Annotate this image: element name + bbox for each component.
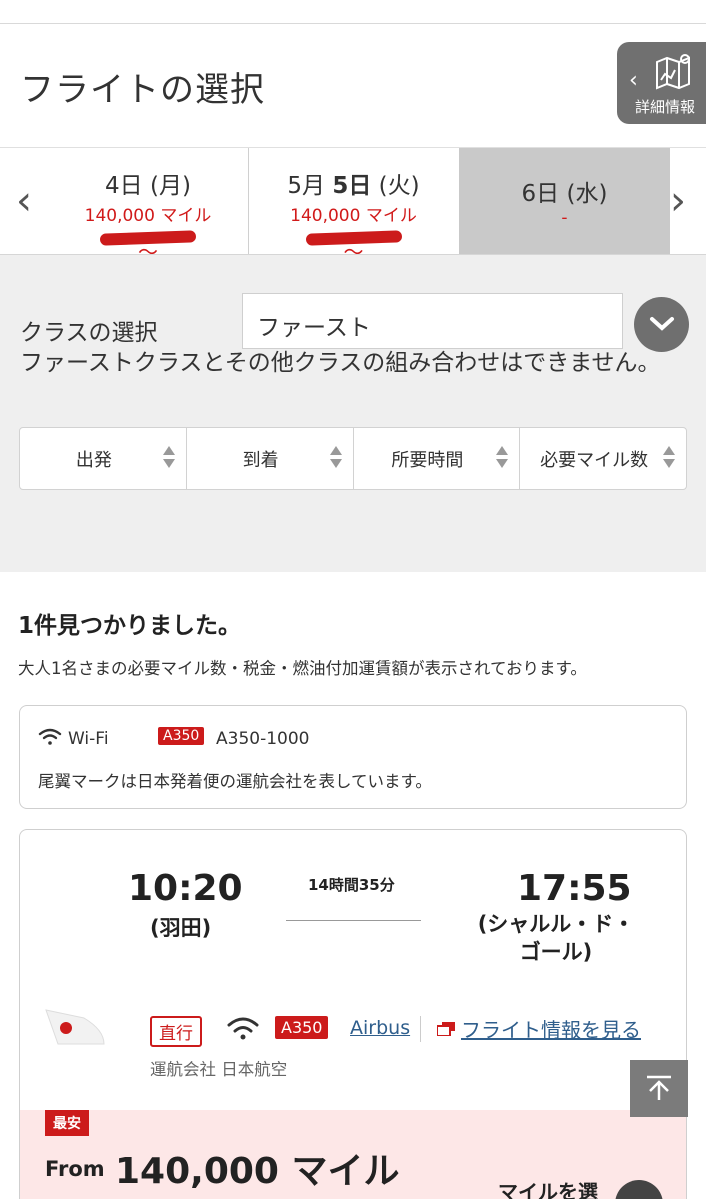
sort-arrows-icon	[162, 446, 176, 472]
flight-selection-page: フライトの選択 ‹ 詳細情報 ‹ 4日 (月) 140,000 マイル 〜 5月…	[0, 0, 706, 1199]
date-selector: ‹ 4日 (月) 140,000 マイル 〜 5月 5日 (火) 140,000…	[0, 148, 706, 262]
flight-card: 10:20 (羽田) 14時間35分 17:55 (シャルル・ド・ゴール) 直行…	[19, 829, 687, 1199]
select-miles-label[interactable]: マイルを選	[498, 1176, 598, 1199]
departure-time: 10:20	[128, 868, 243, 909]
select-button[interactable]	[615, 1180, 663, 1199]
jal-tail-logo-icon	[45, 1009, 105, 1045]
class-label: クラスの選択	[20, 320, 158, 346]
date-tab-day: 4日 (月)	[105, 173, 191, 199]
wifi-label: Wi-Fi	[68, 729, 109, 749]
wifi-icon	[38, 728, 62, 745]
departure-airport: (羽田)	[150, 916, 212, 940]
date-tab-miles: 140,000 マイル	[290, 206, 417, 226]
nonstop-badge: 直行	[150, 1016, 202, 1047]
sort-arrows-icon	[329, 446, 343, 472]
sort-bar: 出発 到着 所要時間 必要マイル数	[19, 427, 687, 490]
sort-departure[interactable]: 出発	[19, 427, 187, 490]
from-label: From	[45, 1157, 105, 1181]
link-divider	[420, 1016, 421, 1042]
sort-arrival[interactable]: 到着	[185, 427, 354, 490]
date-tab-5[interactable]: 5月 5日 (火) 140,000 マイル 〜	[248, 148, 458, 262]
aircraft-badge: A350	[275, 1016, 329, 1039]
duration-line	[286, 920, 421, 921]
chevron-down-icon	[650, 317, 674, 331]
aircraft-model: A350-1000	[216, 729, 310, 749]
price-miles: 140,000 マイル	[115, 1151, 400, 1192]
wifi-icon	[227, 1017, 259, 1040]
detail-info-button[interactable]: ‹ 詳細情報	[617, 42, 706, 124]
arrival-airport: (シャルル・ド・ゴール)	[477, 912, 635, 964]
next-date-arrow-icon[interactable]: ›	[670, 178, 686, 224]
flight-duration: 14時間35分	[308, 876, 395, 894]
back-to-top-button[interactable]	[630, 1060, 688, 1117]
operator-text: 運航会社 日本航空	[150, 1060, 288, 1079]
arrival-time: 17:55	[517, 868, 632, 909]
manufacturer-link[interactable]: Airbus	[350, 1017, 410, 1039]
date-tab-6-selected[interactable]: 6日 (水) -	[459, 148, 670, 254]
filter-panel: クラスの選択 ファースト ファーストクラスとその他クラスの組み合わせはできません…	[0, 254, 706, 572]
detail-info-label: 詳細情報	[635, 98, 696, 116]
date-tab-day: 5月 5日 (火)	[287, 173, 420, 199]
top-divider	[0, 23, 706, 24]
result-description: 大人1名さまの必要マイル数・税金・燃油付加運賃額が表示されております。	[18, 659, 587, 678]
page-title: フライトの選択	[20, 70, 265, 110]
map-icon	[656, 54, 690, 90]
result-count: 1件見つかりました。	[18, 613, 242, 639]
date-tab-miles: -	[561, 208, 568, 228]
date-tab-miles: 140,000 マイル	[84, 206, 212, 226]
sort-arrows-icon	[662, 446, 676, 472]
class-note: ファーストクラスとその他クラスの組み合わせはできません。	[20, 350, 661, 376]
sort-arrows-icon	[495, 446, 509, 472]
external-window-icon	[437, 1022, 455, 1036]
date-tab-4[interactable]: 4日 (月) 140,000 マイル 〜	[48, 148, 248, 262]
legend-note: 尾翼マークは日本発着便の運航会社を表しています。	[38, 772, 432, 791]
arrow-up-icon	[647, 1075, 671, 1100]
class-select[interactable]: ファースト	[242, 293, 623, 349]
price-area: 最安 From 140,000 マイル マイルを選	[20, 1110, 686, 1199]
legend-box: Wi-Fi A350 A350-1000 尾翼マークは日本発着便の運航会社を表し…	[19, 705, 687, 809]
sort-miles[interactable]: 必要マイル数	[519, 427, 687, 490]
class-dropdown-button[interactable]	[634, 297, 689, 352]
aircraft-badge: A350	[158, 727, 205, 745]
flight-info-link[interactable]: フライト情報を見る	[461, 1014, 641, 1043]
date-tab-day: 6日 (水)	[521, 181, 608, 207]
chevron-left-icon: ‹	[629, 68, 638, 93]
prev-date-arrow-icon[interactable]: ‹	[16, 178, 32, 224]
sort-duration[interactable]: 所要時間	[352, 427, 521, 490]
cheapest-badge: 最安	[45, 1110, 89, 1136]
